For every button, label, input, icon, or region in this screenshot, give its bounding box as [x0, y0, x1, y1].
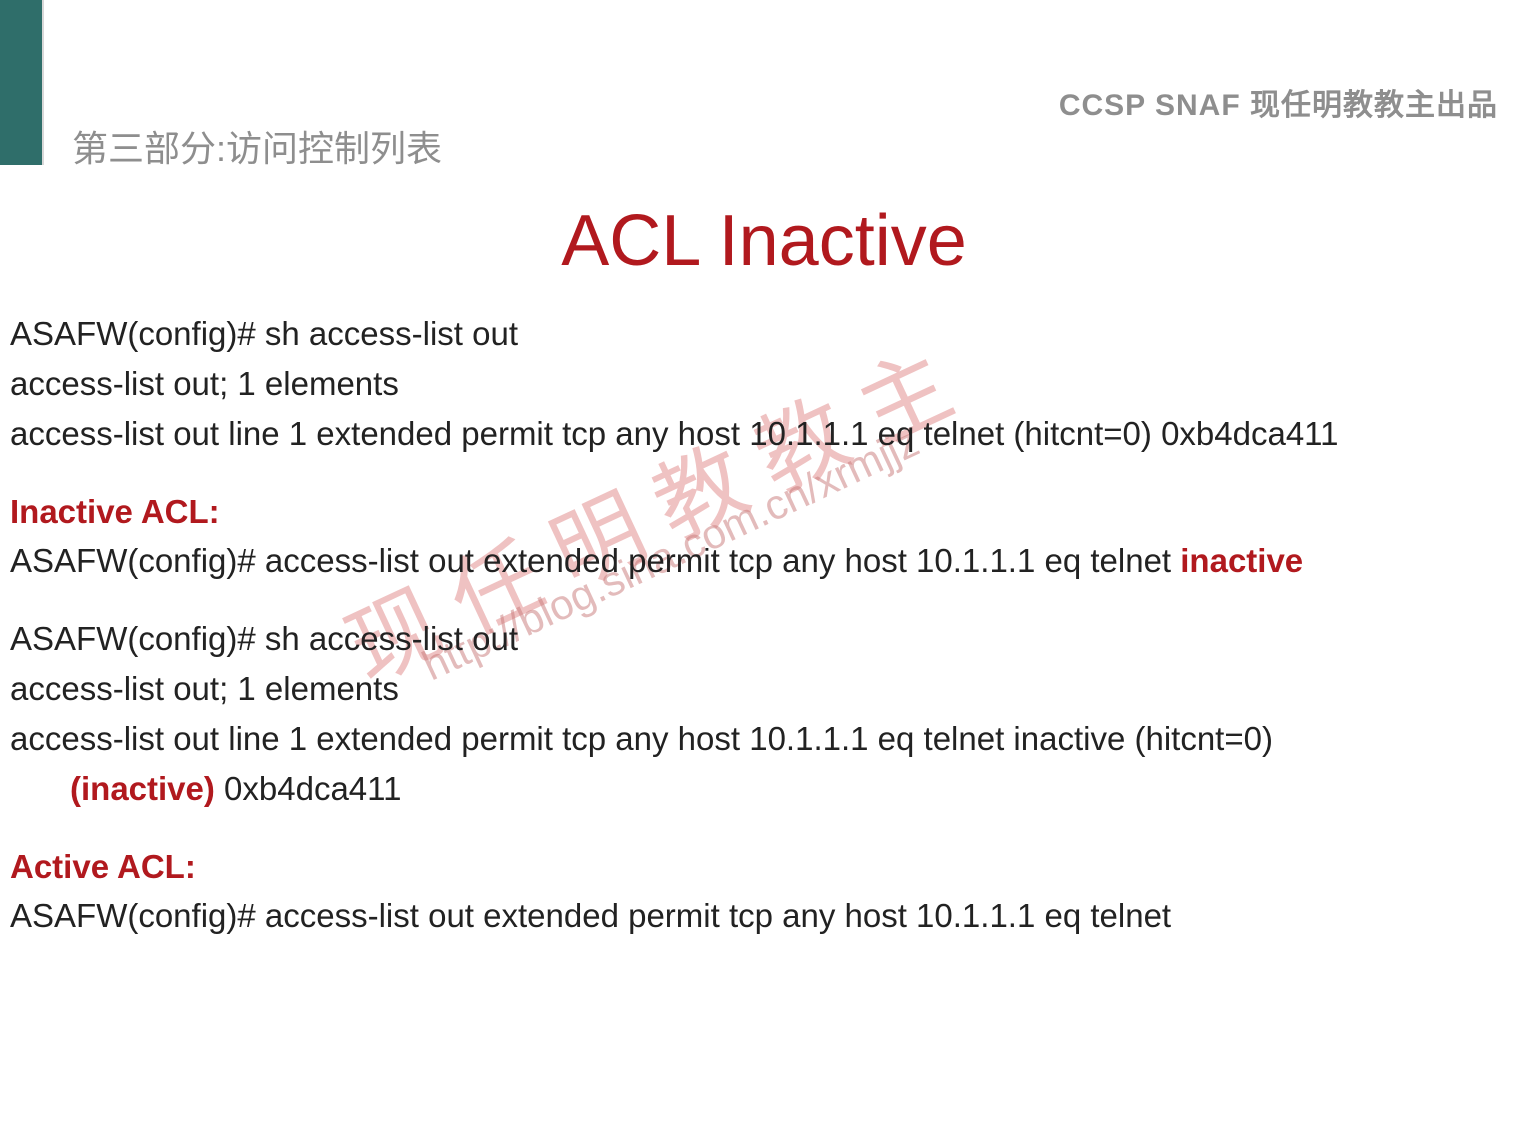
cli-line: ASAFW(config)# sh access-list out [10, 615, 1518, 663]
inactive-acl-label: Inactive ACL: [10, 493, 220, 530]
brand-label: CCSP SNAF 现任明教教主出品 [1059, 80, 1498, 124]
header-divider [42, 0, 44, 165]
keyword-inactive: inactive [1180, 542, 1303, 579]
active-acl-label: Active ACL: [10, 848, 196, 885]
keyword-inactive-paren: (inactive) [70, 770, 215, 807]
cli-line: ASAFW(config)# access-list out extended … [10, 537, 1518, 585]
cli-line: ASAFW(config)# sh access-list out [10, 310, 1518, 358]
cli-line: access-list out line 1 extended permit t… [10, 410, 1518, 458]
slide-title: ACL Inactive [0, 200, 1528, 282]
cli-text: ASAFW(config)# access-list out extended … [10, 542, 1180, 579]
slide-body: ASAFW(config)# sh access-list out access… [10, 310, 1518, 942]
cli-line: access-list out; 1 elements [10, 665, 1518, 713]
cli-line: access-list out line 1 extended permit t… [10, 715, 1518, 763]
header-accent-block [0, 0, 42, 165]
cli-text: 0xb4dca411 [215, 770, 402, 807]
slide: 第二天 第三部分:访问控制列表 CCSP SNAF 现任明教教主出品 ACL I… [0, 0, 1528, 1144]
cli-line: ASAFW(config)# access-list out extended … [10, 892, 1518, 940]
cli-line: access-list out; 1 elements [10, 360, 1518, 408]
cli-line: (inactive) 0xb4dca411 [10, 765, 1518, 813]
section-label: 第三部分:访问控制列表 [72, 120, 442, 172]
